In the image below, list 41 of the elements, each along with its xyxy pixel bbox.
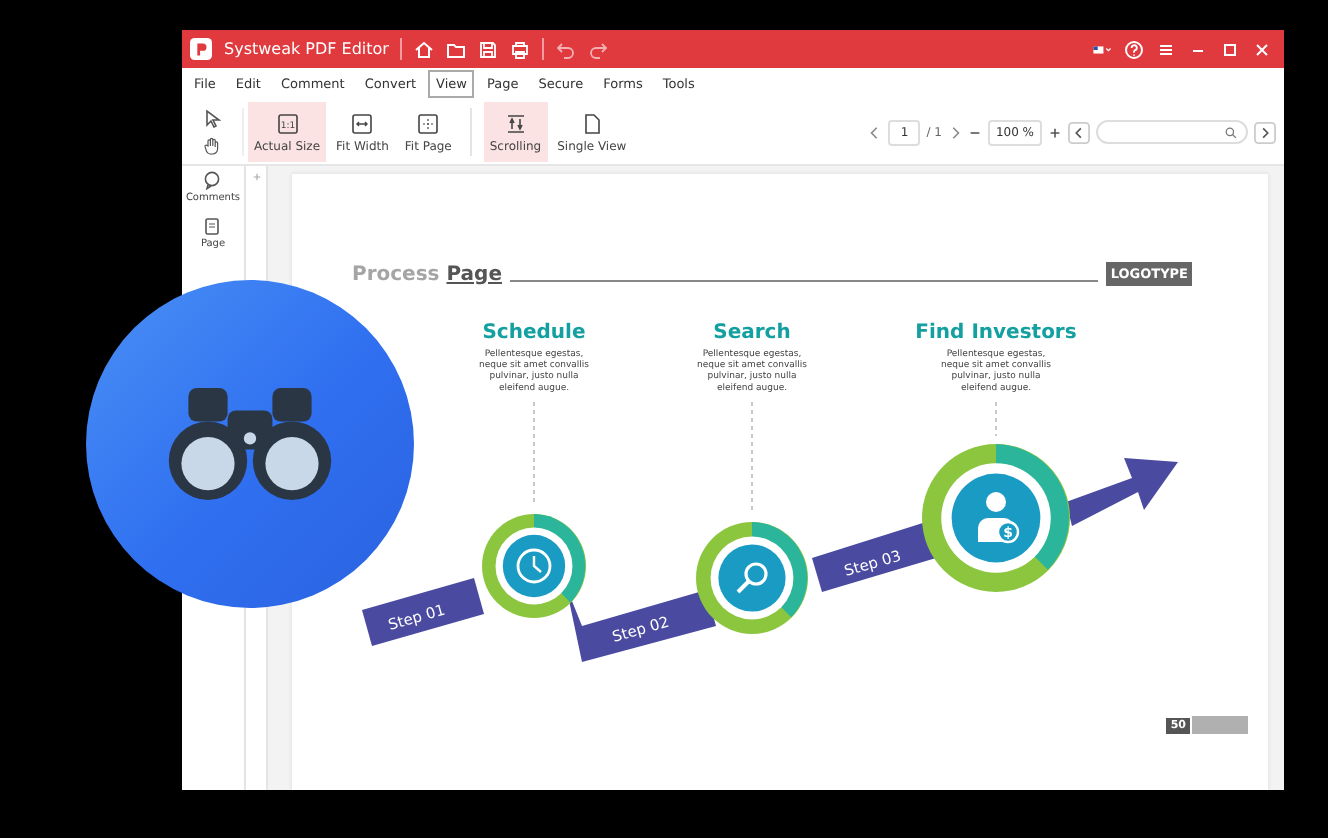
pointer-icon[interactable]: [202, 108, 222, 128]
step-circle-drawing: [696, 522, 808, 634]
hand-icon[interactable]: [202, 136, 222, 156]
step-ribbon: [362, 578, 484, 646]
leader-line: [751, 401, 753, 515]
folder-icon[interactable]: [446, 39, 467, 59]
page-icon: [579, 111, 604, 135]
redo-icon[interactable]: [588, 39, 609, 59]
leader-line: [533, 401, 535, 507]
window-title: Systweak PDF Editor: [224, 40, 389, 58]
undo-icon[interactable]: [556, 39, 577, 59]
step-circle-drawing: [482, 514, 586, 618]
home-icon[interactable]: [414, 39, 435, 59]
step-ribbon: [812, 522, 936, 592]
search-icon: [1224, 125, 1238, 139]
step-title: Schedule: [482, 322, 586, 344]
save-icon[interactable]: [478, 39, 499, 59]
document-heading: Process Page: [352, 263, 502, 285]
search-field[interactable]: [1096, 120, 1248, 144]
leader-line: [995, 401, 997, 437]
fit-width-icon: [350, 111, 375, 135]
app-logo-icon: [190, 38, 212, 60]
search-next-icon[interactable]: [1254, 121, 1276, 143]
menu-icon[interactable]: [1156, 39, 1176, 59]
next-page-icon[interactable]: [947, 123, 962, 141]
zoom-in-icon[interactable]: [1048, 123, 1062, 141]
scroll-icon: [503, 111, 528, 135]
print-icon[interactable]: [510, 39, 531, 59]
search-previous-icon[interactable]: [1068, 121, 1090, 143]
step-title: Find Investors: [915, 322, 1077, 344]
speech-bubble-icon: [202, 170, 223, 190]
previous-page-icon[interactable]: [868, 123, 883, 141]
step-title: Search: [713, 322, 791, 344]
arrow-head-drawing: [1066, 458, 1178, 526]
binoculars-icon: [166, 382, 334, 506]
page-icon: [202, 216, 223, 236]
page-footer-bar: [1192, 716, 1248, 734]
maximize-icon[interactable]: [1220, 39, 1240, 59]
close-icon[interactable]: [1252, 39, 1272, 59]
help-icon[interactable]: [1124, 39, 1144, 59]
fit-page-icon: [416, 111, 441, 135]
